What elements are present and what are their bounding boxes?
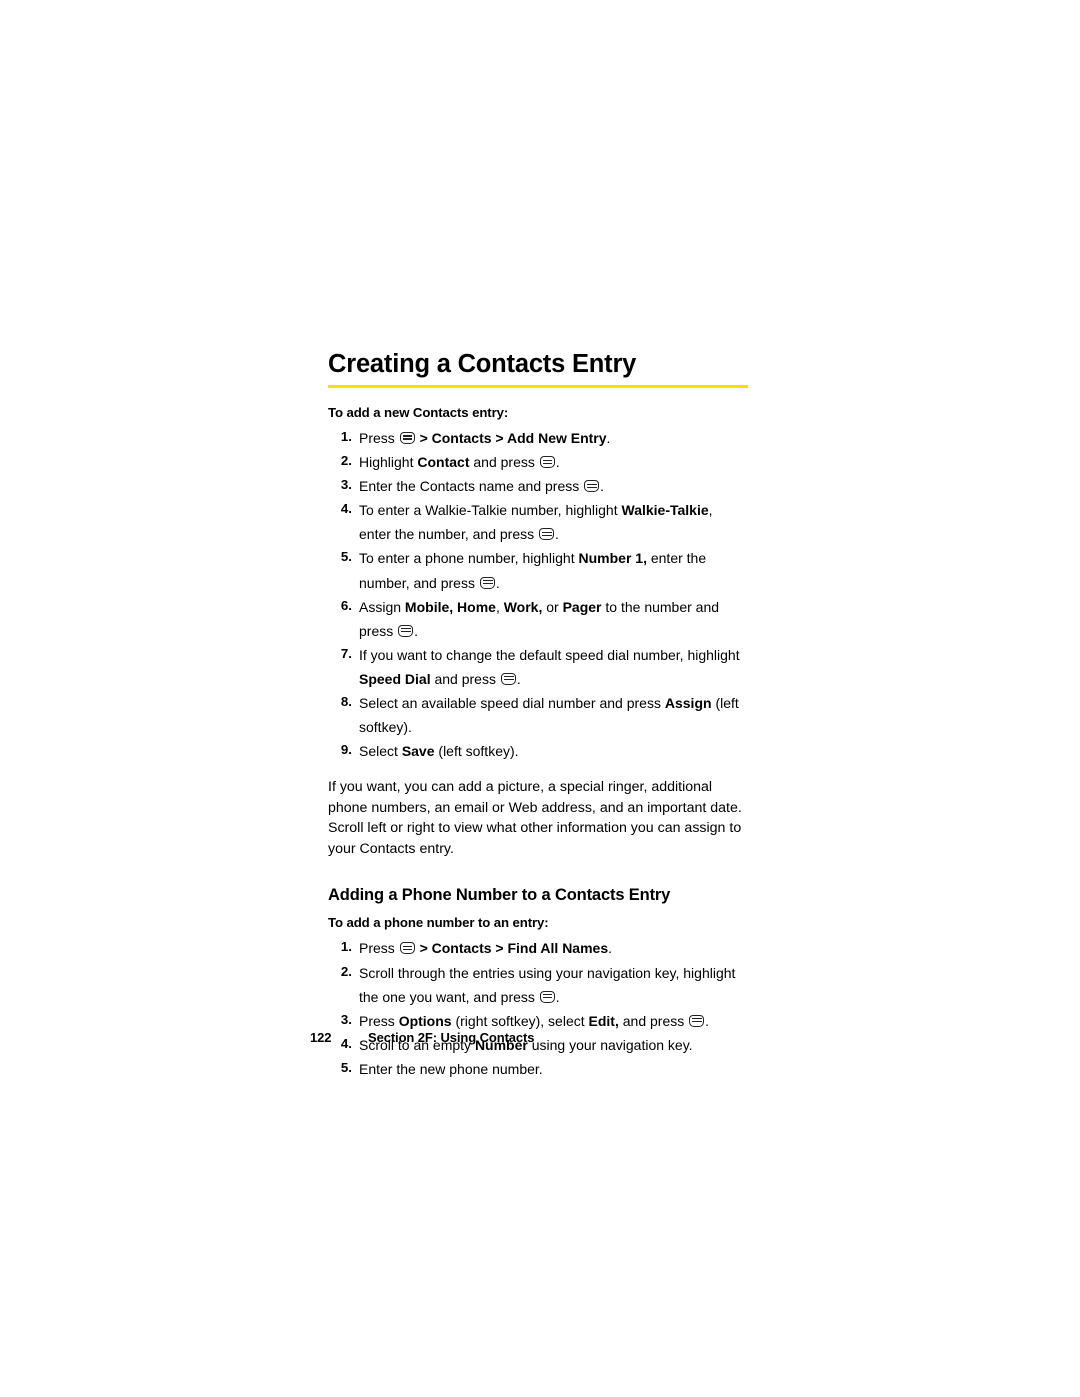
footer-section-label: Section 2F: Using Contacts (368, 1030, 535, 1045)
list-item: 2. Highlight Contact and press . (328, 450, 748, 474)
page-footer: 122 Section 2F: Using Contacts (310, 1030, 535, 1045)
section-one-steps: 1. Press > Contacts > Add New Entry. 2. Hig… (328, 426, 748, 763)
step-text: Highlight Contact and press . (359, 454, 560, 471)
emphasis-text: Edit, (588, 1012, 619, 1029)
list-item: 5. Enter the new phone number. (328, 1057, 748, 1081)
step-text: Press > Contacts > Find All Names. (359, 940, 612, 957)
section-two-heading: Adding a Phone Number to a Contacts Entr… (328, 885, 671, 904)
step-text: If you want to change the default speed … (359, 646, 740, 687)
footer-page-number: 122 (310, 1030, 332, 1045)
section-one-lead: To add a new Contacts entry: (328, 405, 509, 421)
list-item: 2. Scroll through the entries using your … (328, 961, 748, 1009)
step-text: Press Options (right softkey), select Ed… (359, 1012, 710, 1029)
list-item: 3. Enter the Contacts name and press . (328, 474, 748, 498)
page-content: Creating a Contacts Entry To add a new C… (328, 350, 748, 1081)
step-number: 7. (340, 645, 352, 661)
step-number: 1. (340, 939, 352, 955)
list-item: 1. Press > Contacts > Add New Entry. (328, 426, 748, 450)
emphasis-text: Save (401, 743, 435, 760)
menu-key-icon (539, 528, 554, 541)
step-text: Assign Mobile, Home, Work, or Pager to t… (359, 598, 720, 639)
menu-key-icon (399, 432, 415, 445)
manual-page: Creating a Contacts Entry To add a new C… (0, 0, 1080, 1397)
emphasis-text: Walkie-Talkie (621, 502, 709, 519)
step-number: 9. (340, 742, 352, 758)
emphasis-text: Assign (664, 694, 712, 711)
emphasis-text: > Contacts > Find All Names (415, 940, 609, 957)
emphasis-text: Mobile, Home (404, 598, 496, 615)
step-number: 5. (340, 549, 352, 565)
emphasis-text: Contact (417, 454, 470, 471)
step-text: Enter the new phone number. (359, 1060, 543, 1077)
step-text: Enter the Contacts name and press . (359, 478, 605, 495)
step-number: 2. (340, 453, 352, 469)
list-item: 4. To enter a Walkie-Talkie number, highl… (328, 498, 748, 546)
list-item: 1. Press > Contacts > Find All Names. (328, 936, 748, 960)
title-underline-rule (328, 385, 748, 389)
emphasis-text: Number 1, (578, 550, 647, 567)
step-number: 3. (340, 1011, 352, 1027)
step-text: Scroll through the entries using your na… (359, 964, 736, 1005)
list-item: 9. Select Save (left softkey). (328, 739, 748, 763)
section-two-steps: 1. Press > Contacts > Find All Names. 2. Sc… (328, 936, 748, 1080)
section-two-lead: To add a phone number to an entry: (328, 915, 549, 931)
section-one-paragraph: If you want, you can add a picture, a sp… (328, 779, 742, 857)
step-text: Press > Contacts > Add New Entry. (359, 430, 611, 447)
emphasis-text: Speed Dial (359, 670, 431, 687)
menu-key-icon (539, 990, 555, 1003)
emphasis-text: > Contacts > Add New Entry (415, 430, 607, 447)
list-item: 7. If you want to change the default spee… (328, 643, 748, 691)
step-number: 2. (340, 963, 352, 979)
menu-key-icon (539, 456, 555, 469)
step-text: Select Save (left softkey). (359, 743, 519, 760)
step-number: 6. (340, 597, 352, 613)
menu-key-icon (500, 672, 516, 685)
step-number: 4. (340, 501, 352, 517)
emphasis-text: Work, (503, 598, 543, 615)
step-text: To enter a phone number, highlight Numbe… (359, 550, 707, 591)
menu-key-icon (584, 480, 600, 493)
step-number: 3. (340, 477, 352, 493)
menu-key-icon (399, 942, 415, 955)
list-item: 5. To enter a phone number, highlight Num… (328, 546, 748, 594)
step-number: 1. (340, 429, 352, 445)
menu-key-icon (689, 1014, 705, 1027)
page-title: Creating a Contacts Entry (328, 350, 637, 378)
step-text: Select an available speed dial number an… (359, 694, 739, 735)
step-number: 5. (340, 1059, 352, 1075)
list-item: 8. Select an available speed dial number … (328, 691, 748, 739)
list-item: 6. Assign Mobile, Home, Work, or Pager to… (328, 595, 748, 643)
step-number: 8. (340, 693, 352, 709)
emphasis-text: Options (398, 1012, 452, 1029)
step-text: To enter a Walkie-Talkie number, highlig… (359, 502, 713, 543)
menu-key-icon (479, 576, 495, 589)
emphasis-text: Pager (562, 598, 602, 615)
menu-key-icon (398, 624, 414, 637)
